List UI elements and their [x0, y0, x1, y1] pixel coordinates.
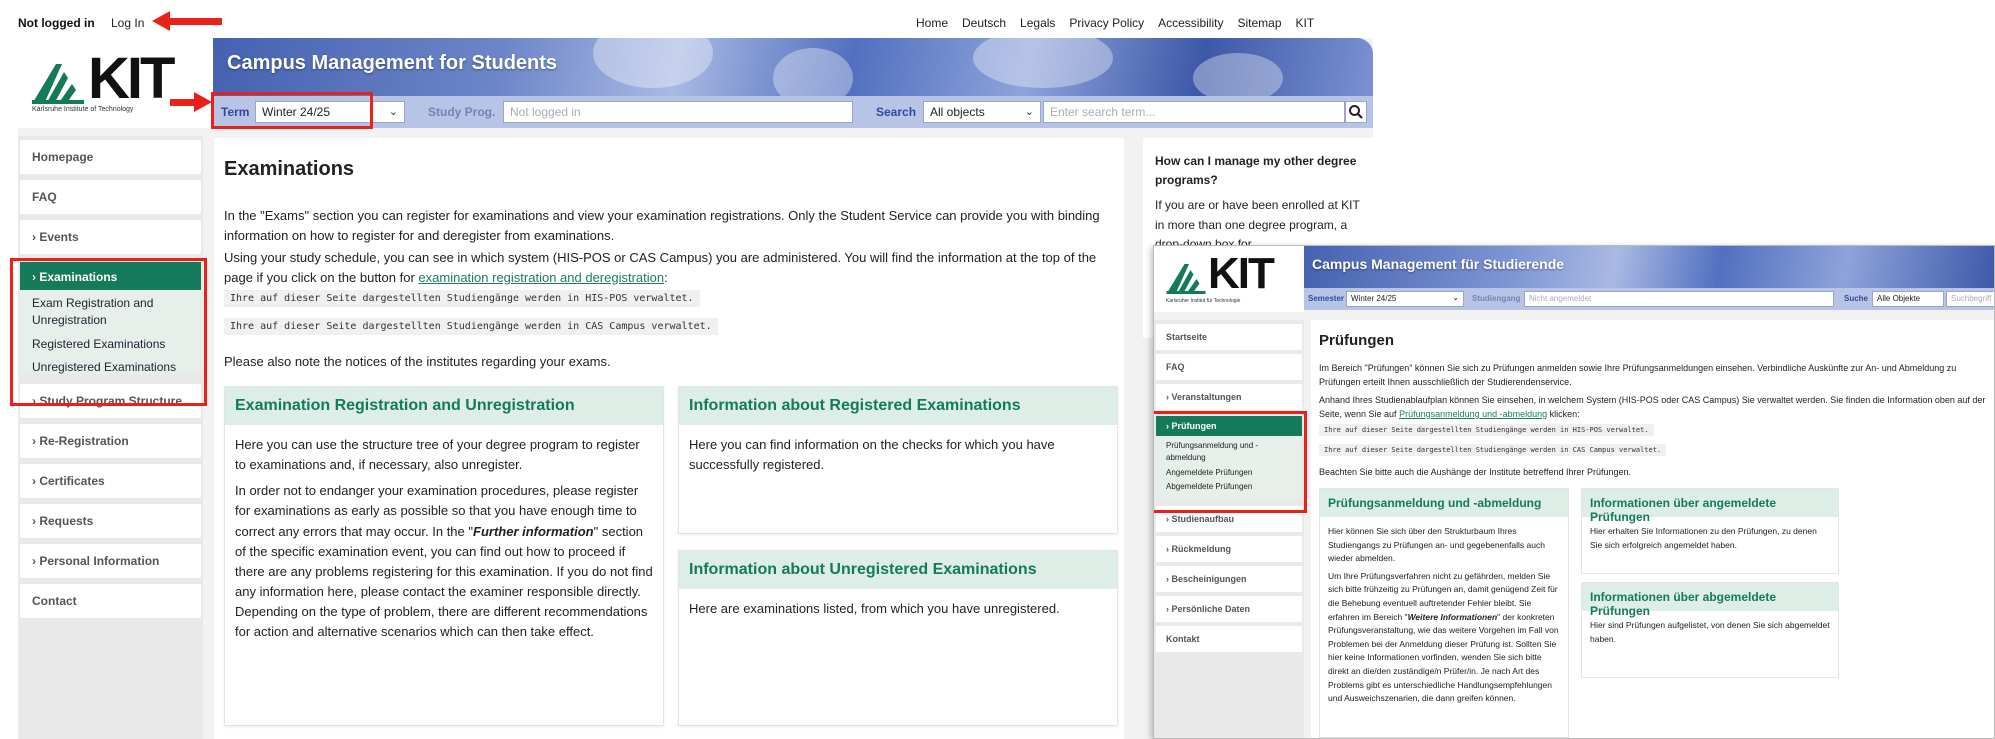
search-label: Search — [876, 105, 917, 119]
schedule-text-de: Anhand Ihres Studienablaufplan können Si… — [1319, 395, 1986, 419]
intro-text-de: Im Bereich "Prüfungen" können Sie sich z… — [1319, 363, 1957, 387]
card-angemeldete-title-de[interactable]: Informationen über angemeldete Prüfungen — [1582, 489, 1838, 524]
top-link-privacy[interactable]: Privacy Policy — [1069, 16, 1144, 30]
card-unregistered-title[interactable]: Information about Unregistered Examinati… — [679, 551, 1117, 589]
sidebar-item-startseite[interactable]: Startseite — [1156, 324, 1302, 350]
his-pos-notice-de: Ihre auf dieser Seite dargestellten Stud… — [1319, 424, 1654, 436]
term-select-de[interactable]: Winter 24/25 ⌄ — [1346, 291, 1464, 307]
login-status: Not logged in — [18, 16, 95, 30]
schedule-text: Using your study schedule, you can see i… — [224, 250, 1097, 285]
banner-de: Campus Management für Studierende — [1304, 246, 1994, 288]
card-unregistered-text: Here are examinations listed, from which… — [689, 601, 1060, 616]
kit-logo-caption: Karlsruhe Institute of Technology — [32, 106, 134, 113]
sidebar-item-re-registration[interactable]: › Re-Registration — [20, 424, 201, 458]
annotation-box-term — [211, 92, 373, 129]
sidebar: Homepage FAQ › Events › Examinations Exa… — [18, 136, 203, 739]
card-unregistered: Information about Unregistered Examinati… — [678, 550, 1118, 726]
notice-text-de: Beachten Sie bitte auch die Aushänge der… — [1319, 467, 1632, 477]
card-anmeldung-text-de: Hier können Sie sich über den Strukturba… — [1328, 526, 1545, 564]
annotation-box-pruefungen — [1154, 411, 1307, 513]
registration-link-de[interactable]: Prüfungsanmeldung und -abmeldung — [1399, 409, 1547, 419]
sidebar-item-persoenliche-daten[interactable]: › Persönliche Daten — [1156, 596, 1302, 622]
card-registered-title[interactable]: Information about Registered Examination… — [679, 387, 1117, 425]
his-pos-notice: Ihre auf dieser Seite dargestellten Stud… — [224, 290, 700, 307]
chevron-down-icon: ⌄ — [1452, 293, 1459, 302]
page-title: Examinations — [224, 158, 355, 180]
kit-logo-caption-de: Karlsruher Institut für Technologie — [1166, 298, 1241, 304]
search-input[interactable]: Enter search term... — [1043, 101, 1345, 123]
sidebar-item-events[interactable]: › Events — [20, 220, 201, 254]
sidebar-item-personal-info[interactable]: › Personal Information — [20, 544, 201, 578]
sidebar-item-certificates[interactable]: › Certificates — [20, 464, 201, 498]
top-link-deutsch[interactable]: Deutsch — [962, 16, 1006, 30]
card-registered-text: Here you can find information on the che… — [689, 437, 1055, 473]
search-input-de[interactable]: Suchbegriff eingeben — [1946, 291, 1994, 307]
cas-campus-notice-de: Ihre auf dieser Seite dargestellten Stud… — [1319, 444, 1667, 456]
page-title-de: Prüfungen — [1319, 332, 1394, 349]
kit-logo-de[interactable]: KIT Karlsruher Institut für Technologie — [1154, 246, 1304, 312]
kit-logo-text-de: KIT — [1208, 249, 1275, 298]
card-registration: Examination Registration and Unregistrat… — [224, 386, 664, 726]
study-prog-field-de[interactable]: Nicht angemeldet — [1524, 291, 1834, 307]
sidebar-item-veranstaltungen[interactable]: › Veranstaltungen — [1156, 384, 1302, 410]
sidebar-item-rueckmeldung[interactable]: › Rückmeldung — [1156, 536, 1302, 562]
card-anmeldung-title-de[interactable]: Prüfungsanmeldung und -abmeldung — [1320, 489, 1568, 517]
card-abgemeldete-title-de[interactable]: Informationen über abgemeldete Prüfungen — [1582, 583, 1838, 618]
card-registration-text: Here you can use the structure tree of y… — [235, 437, 640, 473]
card-angemeldete-de: Informationen über angemeldete Prüfungen… — [1581, 488, 1839, 574]
card-registration-details: In order not to endanger your examinatio… — [235, 483, 653, 640]
notice-text: Please also note the notices of the inst… — [224, 354, 611, 369]
kit-logo-text: KIT — [88, 46, 175, 111]
search-scope-de[interactable]: Alle Objekte — [1872, 291, 1944, 307]
main-content: Examinations In the "Exams" section you … — [214, 138, 1124, 739]
card-registered: Information about Registered Examination… — [678, 386, 1118, 534]
top-link-accessibility[interactable]: Accessibility — [1158, 16, 1223, 30]
annotation-box-examinations — [10, 258, 207, 406]
sidebar-item-faq[interactable]: FAQ — [20, 180, 201, 214]
chevron-down-icon: ⌄ — [1024, 106, 1034, 118]
search-scope-select[interactable]: All objects ⌄ — [923, 101, 1041, 123]
german-page: KIT Karlsruher Institut für Technologie … — [1153, 245, 1995, 739]
term-label-de: Semester — [1308, 294, 1345, 303]
study-prog-label: Study Prog. — [428, 105, 496, 119]
app-title-de: Campus Management für Studierende — [1312, 256, 1565, 272]
main-content-de: Prüfungen Im Bereich "Prüfungen" können … — [1311, 320, 1994, 738]
search-label-de: Suche — [1844, 294, 1869, 303]
top-link-kit[interactable]: KIT — [1296, 16, 1315, 30]
study-prog-field[interactable]: Not logged in — [503, 101, 853, 123]
sidebar-item-requests[interactable]: › Requests — [20, 504, 201, 538]
banner: Campus Management for Students — [213, 38, 1373, 96]
top-link-legals[interactable]: Legals — [1020, 16, 1055, 30]
search-bar-de: Semester Winter 24/25 ⌄ Studiengang Nicht… — [1304, 288, 1994, 310]
sidebar-item-kontakt[interactable]: Kontakt — [1156, 626, 1302, 652]
intro-text: In the "Exams" section you can register … — [224, 208, 1100, 243]
search-icon — [1349, 105, 1363, 119]
top-link-home[interactable]: Home — [916, 16, 948, 30]
cas-campus-notice: Ihre auf dieser Seite dargestellten Stud… — [224, 318, 718, 335]
sidebar-item-faq-de[interactable]: FAQ — [1156, 354, 1302, 380]
sidebar-item-contact[interactable]: Contact — [20, 584, 201, 618]
sidebar-item-bescheinigungen[interactable]: › Bescheinigungen — [1156, 566, 1302, 592]
search-button[interactable] — [1345, 101, 1367, 123]
sidebar-item-homepage[interactable]: Homepage — [20, 140, 201, 174]
search-bar: Term Winter 24/25 ⌄ Study Prog. Not logg… — [213, 96, 1373, 128]
chevron-down-icon: ⌄ — [388, 106, 398, 118]
card-abgemeldete-de: Informationen über abgemeldete Prüfungen… — [1581, 582, 1839, 678]
card-anmeldung-details-de: Um Ihre Prüfungsverfahren nicht zu gefäh… — [1328, 570, 1559, 704]
sidebar-de: Startseite FAQ › Veranstaltungen › Prüfu… — [1154, 320, 1304, 738]
app-title: Campus Management for Students — [227, 52, 558, 74]
card-registration-title[interactable]: Examination Registration and Unregistrat… — [225, 387, 663, 425]
info-box-title: How can I manage my other degree program… — [1155, 154, 1357, 188]
kit-mark-icon — [32, 64, 84, 104]
login-link[interactable]: Log In — [111, 16, 144, 30]
kit-logo[interactable]: KIT Karlsruhe Institute of Technology — [18, 38, 213, 128]
top-link-sitemap[interactable]: Sitemap — [1237, 16, 1281, 30]
registration-link[interactable]: examination registration and deregistrat… — [418, 270, 664, 285]
study-prog-label-de: Studiengang — [1472, 294, 1521, 303]
card-anmeldung-de: Prüfungsanmeldung und -abmeldung Hier kö… — [1319, 488, 1569, 738]
kit-mark-icon — [1166, 264, 1206, 294]
top-links: Home Deutsch Legals Privacy Policy Acces… — [916, 16, 1314, 30]
